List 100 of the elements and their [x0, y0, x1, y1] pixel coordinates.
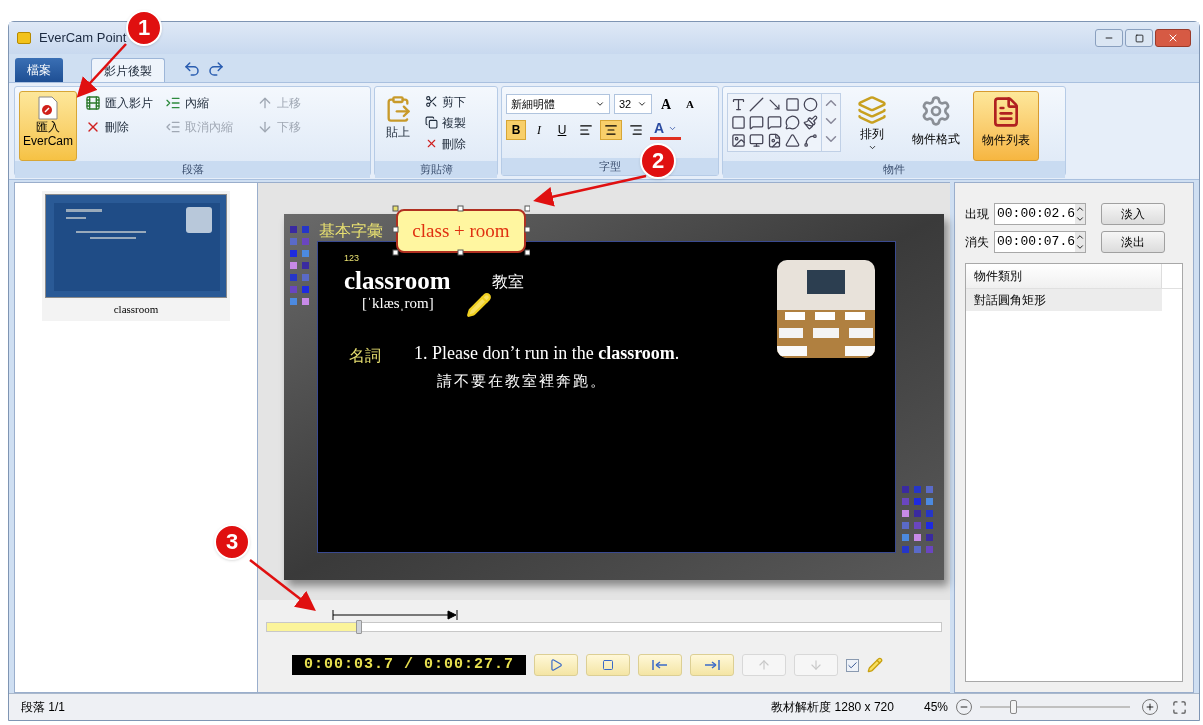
font-color-button[interactable]: A [650, 120, 682, 140]
callout-shape[interactable]: class + room [396, 209, 526, 253]
time-spinner[interactable]: 00:00:02.6 [994, 203, 1086, 225]
ellipse-icon[interactable] [803, 97, 818, 112]
vocabulary-word: classroom [344, 266, 451, 296]
word-meaning: 教室 [492, 272, 524, 292]
text-box-icon[interactable] [731, 97, 746, 112]
text-style-button[interactable]: B [506, 120, 526, 140]
time-display: 0:00:03.7 / 0:00:27.7 [292, 655, 527, 675]
indent-button[interactable]: 內縮 [161, 91, 237, 115]
align-icon [629, 123, 643, 137]
speech-bubble-icon[interactable] [749, 115, 764, 130]
shrink-font-button[interactable]: A [680, 94, 700, 114]
list-row[interactable]: 對話圓角矩形 [966, 289, 1162, 311]
text-style-button[interactable]: U [552, 120, 572, 140]
slide-thumbnail[interactable]: classroom [42, 191, 230, 321]
cut-button[interactable]: 剪下 [421, 91, 470, 112]
paste-button[interactable]: 貼上 [379, 91, 417, 161]
file-tab[interactable]: 檔案 [15, 58, 63, 82]
timeline-track[interactable] [266, 622, 942, 632]
image-icon[interactable] [731, 133, 746, 148]
gear-icon [920, 95, 952, 127]
triangle-icon[interactable] [785, 133, 800, 148]
play-button[interactable] [534, 654, 579, 676]
object-list-button[interactable]: 物件列表 [973, 91, 1039, 161]
file-image-icon[interactable] [767, 133, 782, 148]
spin-down-icon[interactable] [1075, 214, 1085, 224]
zoom-thumb[interactable] [1010, 700, 1017, 714]
show-pen-checkbox[interactable] [846, 658, 860, 672]
example-sentence: 1. Please don’t run in the classroom. [414, 342, 680, 365]
field-label: 消失 [965, 234, 989, 251]
skip-back-icon [651, 660, 670, 670]
brush-icon[interactable] [803, 115, 818, 130]
field-label: 出現 [965, 206, 989, 223]
ribbon-tab[interactable]: 影片後製 [91, 58, 165, 82]
align-button[interactable] [600, 120, 622, 140]
thought-bubble-icon[interactable] [785, 115, 800, 130]
close-button[interactable] [1155, 29, 1191, 47]
caret-icon [668, 124, 678, 133]
example-translation: 請不要在教室裡奔跑。 [437, 372, 607, 391]
object-format-button[interactable]: 物件格式 [903, 91, 969, 161]
group-label: 段落 [15, 161, 370, 178]
window-title: EverCam Point [39, 29, 127, 48]
font-size-dropdown[interactable]: 32 [614, 94, 652, 114]
spin-up-icon[interactable] [1075, 232, 1085, 242]
film-icon [85, 95, 101, 111]
next-button[interactable] [690, 654, 735, 676]
stop-icon [602, 659, 615, 671]
rounded-rectangle-icon[interactable] [731, 115, 746, 130]
fade-out-button[interactable]: 淡出 [1101, 231, 1165, 253]
zoom-slider[interactable] [980, 699, 1130, 715]
arrow-up-icon [757, 658, 772, 672]
scissors-icon [425, 95, 438, 108]
plus-icon [1145, 702, 1155, 712]
list-cell-text: 對話圓角矩形 [973, 292, 1047, 309]
spin-down-icon[interactable] [1075, 242, 1085, 252]
rectangle-icon[interactable] [785, 97, 800, 112]
paragraph-status: 段落 1/1 [21, 699, 65, 716]
redo-icon[interactable] [207, 60, 225, 78]
align-icon [604, 123, 618, 137]
fade-in-button[interactable]: 淡入 [1101, 203, 1165, 225]
pencil-icon [466, 292, 492, 318]
text-style-button[interactable]: I [529, 120, 549, 140]
spin-up-icon[interactable] [1075, 204, 1085, 214]
import-evercam-button[interactable]: 匯入 EverCam [19, 91, 77, 161]
close-icon [1167, 32, 1179, 44]
stop-button[interactable] [586, 654, 631, 676]
arrange-button[interactable]: 排列 [845, 91, 899, 161]
leader-arrow [249, 559, 316, 612]
copy-button[interactable]: 複製 [421, 112, 470, 133]
outdent-icon [165, 119, 181, 135]
callout-number: 1 [126, 10, 162, 46]
group-label: 剪貼簿 [375, 161, 497, 178]
import-video-button[interactable]: 匯入影片 [81, 91, 157, 115]
line-icon[interactable] [749, 97, 764, 112]
minimize-button[interactable] [1095, 29, 1123, 47]
phonetic-text: [ˈklæsˌrom] [362, 294, 434, 313]
time-spinner[interactable]: 00:00:07.6 [994, 231, 1086, 253]
range-arrow-icon [332, 610, 458, 620]
undo-icon[interactable] [183, 60, 201, 78]
previous-button[interactable] [638, 654, 683, 676]
monitor-icon[interactable] [749, 133, 764, 148]
delete-button[interactable]: 刪除 [421, 133, 470, 154]
document-icon [38, 96, 58, 120]
delete-icon [425, 137, 438, 150]
arrow-icon[interactable] [767, 97, 782, 112]
fit-screen-icon[interactable] [1172, 699, 1187, 715]
delete-button[interactable]: 刪除 [81, 115, 157, 139]
speech-bubble-icon[interactable] [767, 115, 782, 130]
part-of-speech: 名詞 [349, 346, 381, 366]
leader-arrow [76, 43, 127, 98]
restore-button[interactable] [1125, 29, 1153, 47]
font-name-dropdown[interactable]: 新細明體 [506, 94, 610, 114]
grow-font-button[interactable]: A [656, 94, 676, 114]
column-header[interactable]: 物件類別 [966, 264, 1162, 288]
curve-icon[interactable] [803, 133, 818, 148]
layers-icon [857, 95, 887, 125]
play-icon [549, 658, 564, 672]
restore-icon [1134, 33, 1144, 43]
timeline-thumb[interactable] [356, 620, 363, 634]
